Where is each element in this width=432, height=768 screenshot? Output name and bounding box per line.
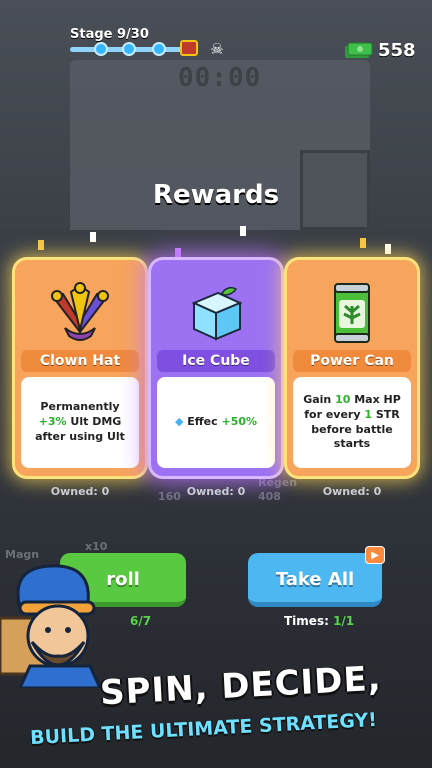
confetti-piece xyxy=(38,240,44,250)
boss-skull-icon: ☠ xyxy=(210,40,224,58)
card-description: Permanently +3% Ult DMG after using Ult xyxy=(21,377,139,468)
owned-count: Owned: 0 xyxy=(322,485,382,498)
stage-label: Stage 9/30 xyxy=(70,27,149,42)
video-ad-icon: ▶ xyxy=(365,546,385,564)
cash-icon xyxy=(345,42,373,58)
card-title: Power Can xyxy=(293,350,411,372)
stage-node-2 xyxy=(122,42,136,56)
reroll-counter: 6/7 xyxy=(130,614,152,628)
mascot-character xyxy=(0,564,102,688)
ice-cube-icon xyxy=(151,278,281,348)
card-title: Clown Hat xyxy=(21,350,139,372)
card-description: ◆ Effec +50% xyxy=(157,377,275,468)
reward-card-clown-hat[interactable]: Clown Hat Permanently +3% Ult DMG after … xyxy=(15,260,145,476)
confetti-piece xyxy=(240,226,246,236)
reward-card-ice-cube[interactable]: Ice Cube ◆ Effec +50% xyxy=(151,260,281,476)
jester-hat-icon xyxy=(15,278,145,348)
soda-can-icon xyxy=(287,278,417,348)
background-timer: 00:00 xyxy=(178,63,262,93)
take-all-counter: Times: 1/1 xyxy=(284,614,355,628)
owned-count: Owned: 0 xyxy=(50,485,110,498)
stage-node-1 xyxy=(94,42,108,56)
card-title: Ice Cube xyxy=(157,350,275,372)
take-all-button[interactable]: Take All xyxy=(248,553,382,607)
rewards-title: Rewards xyxy=(152,180,280,210)
owned-count: Owned: 0 xyxy=(186,485,246,498)
stage-node-3 xyxy=(152,42,166,56)
confetti-piece xyxy=(385,244,391,254)
ice-drop-icon: ◆ xyxy=(174,415,184,429)
card-description: Gain 10 Max HP for every 1 STR before ba… xyxy=(293,377,411,468)
cash-value: 558 xyxy=(378,40,416,61)
treasure-chest-icon xyxy=(180,40,198,56)
confetti-piece xyxy=(360,238,366,248)
reward-card-power-can[interactable]: Power Can Gain 10 Max HP for every 1 STR… xyxy=(287,260,417,476)
confetti-piece xyxy=(175,248,181,258)
confetti-piece xyxy=(90,232,96,242)
